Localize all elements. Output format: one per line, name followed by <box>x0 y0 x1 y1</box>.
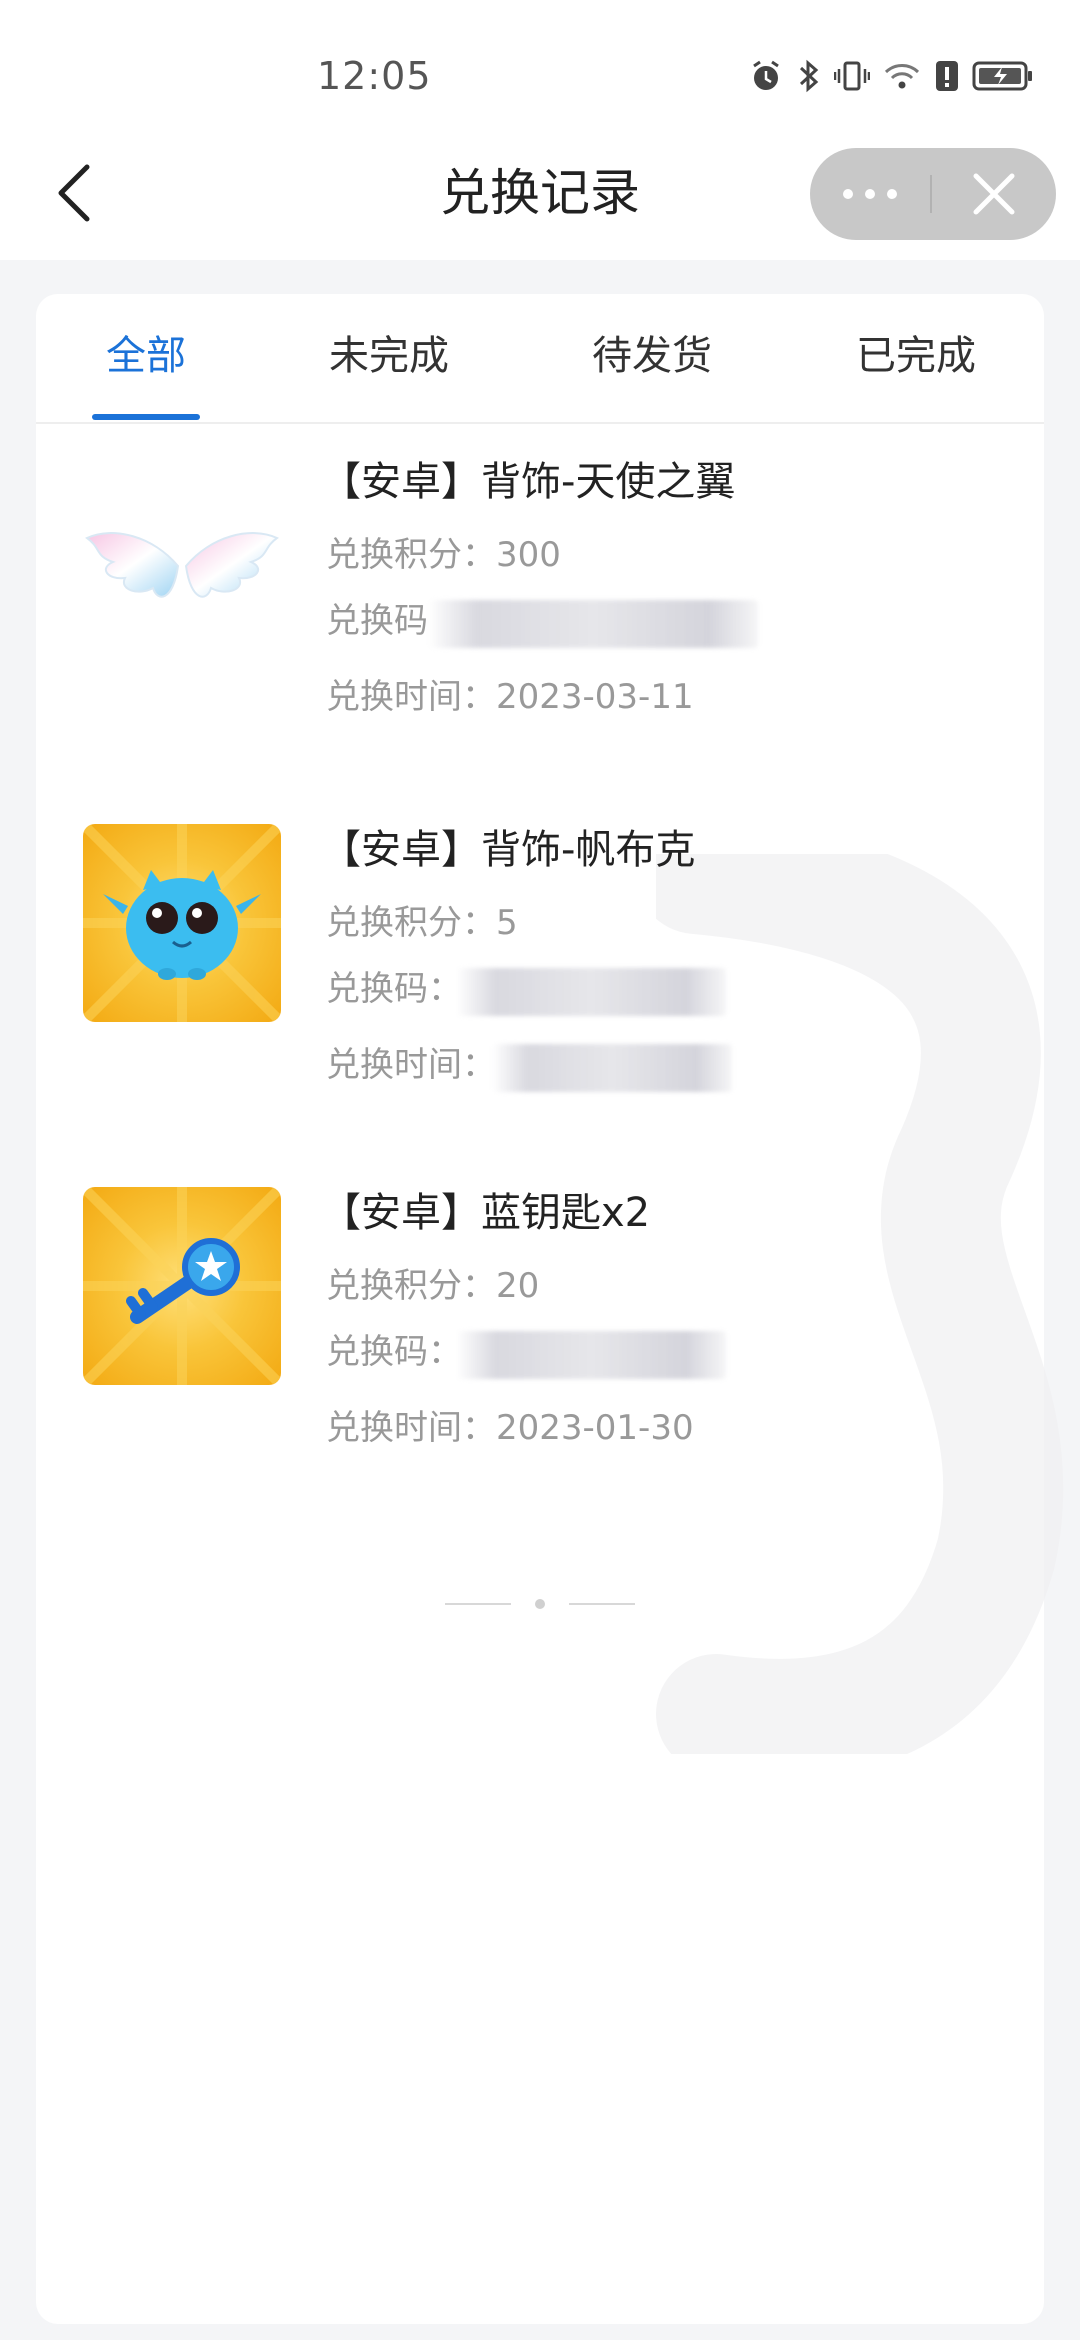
points-label: 兑换积分： <box>326 535 496 575</box>
points-label: 兑换积分： <box>326 903 496 943</box>
record-points: 兑换积分：300 <box>326 530 561 580</box>
more-dots-icon <box>843 189 897 199</box>
points-label: 兑换积分： <box>326 1266 496 1306</box>
tab-completed[interactable]: 已完成 <box>856 328 976 384</box>
tab-bar: 全部 未完成 待发货 已完成 <box>36 294 1044 424</box>
redacted-time <box>492 1044 732 1092</box>
record-item[interactable]: 【安卓】背饰-帆布克 兑换积分：5 兑换码： 兑换时间： <box>36 824 1044 1124</box>
end-line-right <box>569 1603 635 1605</box>
battery-charging-icon <box>972 58 1034 94</box>
navigation-bar: 兑换记录 <box>0 130 1080 260</box>
close-button[interactable] <box>932 148 1056 240</box>
status-time: 12:05 <box>317 54 432 98</box>
redacted-code <box>456 1331 726 1379</box>
angel-wings-icon <box>85 532 279 598</box>
vibrate-icon <box>834 58 870 94</box>
record-time: 兑换时间：2023-03-11 <box>326 672 694 722</box>
redacted-code <box>456 968 726 1016</box>
bluetooth-icon <box>796 58 822 94</box>
time-label: 兑换时间： <box>326 1408 496 1448</box>
record-code: 兑换码： <box>326 964 462 1014</box>
alarm-icon <box>748 58 784 94</box>
more-button[interactable] <box>810 148 930 240</box>
record-thumbnail <box>83 456 281 654</box>
active-tab-indicator <box>92 414 200 420</box>
tab-incomplete[interactable]: 未完成 <box>329 328 449 384</box>
code-label: 兑换码： <box>326 969 462 1009</box>
status-icons <box>748 58 1034 94</box>
points-value: 300 <box>496 535 561 575</box>
record-thumbnail <box>83 1187 281 1385</box>
time-label: 兑换时间： <box>326 677 496 717</box>
miniapp-capsule <box>810 148 1056 240</box>
points-value: 20 <box>496 1266 540 1306</box>
status-bar: 12:05 <box>0 0 1080 130</box>
tab-pending-shipment[interactable]: 待发货 <box>592 328 712 384</box>
records-card: 全部 未完成 待发货 已完成 【安卓】背饰-天使之翼 兑换积分：300 兑换码 … <box>36 294 1064 2324</box>
close-icon <box>973 173 1015 215</box>
record-title: 【安卓】背饰-帆布克 <box>321 827 696 873</box>
record-thumbnail <box>83 824 281 1022</box>
sim-alert-icon <box>934 58 960 94</box>
record-title: 【安卓】背饰-天使之翼 <box>321 459 736 505</box>
list-end-marker <box>36 1594 1044 1614</box>
points-value: 5 <box>496 903 518 943</box>
blue-creature-icon <box>83 824 281 1022</box>
tab-all[interactable]: 全部 <box>106 328 186 384</box>
redacted-code <box>428 600 758 648</box>
code-label: 兑换码： <box>326 1332 462 1372</box>
record-points: 兑换积分：5 <box>326 898 518 948</box>
record-code: 兑换码 <box>326 596 428 646</box>
end-dot <box>535 1599 545 1609</box>
record-time: 兑换时间： <box>326 1040 496 1090</box>
wifi-icon <box>882 58 922 94</box>
end-line-left <box>445 1603 511 1605</box>
record-code: 兑换码： <box>326 1327 462 1377</box>
record-title: 【安卓】蓝钥匙x2 <box>321 1190 651 1236</box>
record-time: 兑换时间：2023-01-30 <box>326 1403 694 1453</box>
record-item[interactable]: 【安卓】蓝钥匙x2 兑换积分：20 兑换码： 兑换时间：2023-01-30 <box>36 1187 1044 1487</box>
code-label: 兑换码 <box>326 601 428 641</box>
time-value: 2023-01-30 <box>496 1408 694 1448</box>
blue-key-icon <box>83 1187 281 1385</box>
record-item[interactable]: 【安卓】背饰-天使之翼 兑换积分：300 兑换码 兑换时间：2023-03-11 <box>36 456 1044 756</box>
time-value: 2023-03-11 <box>496 677 694 717</box>
time-label: 兑换时间： <box>326 1045 496 1085</box>
record-points: 兑换积分：20 <box>326 1261 539 1311</box>
